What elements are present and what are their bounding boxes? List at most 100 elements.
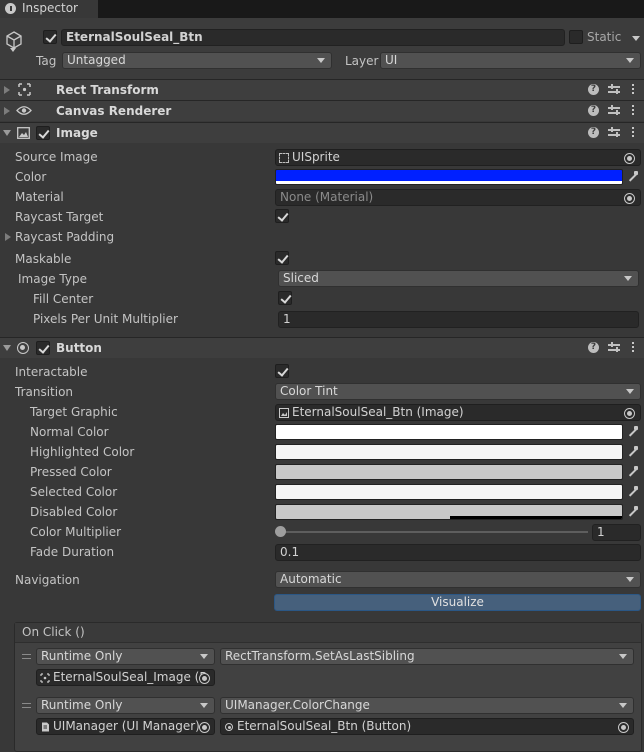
normal-color-field[interactable]: [275, 424, 623, 440]
component-title: Image: [56, 126, 98, 140]
presets-icon[interactable]: [608, 84, 620, 95]
raycast-target-checkbox[interactable]: [275, 209, 289, 223]
on-click-event-panel: On Click () Runtime Only RectTransform.S…: [14, 622, 642, 752]
chevron-down-icon: [200, 703, 208, 708]
argument-field[interactable]: EternalSoulSeal_Btn (Button): [220, 718, 634, 735]
drag-handle-icon[interactable]: [22, 654, 31, 659]
color-multiplier-slider-handle[interactable]: [275, 526, 286, 537]
ppu-field[interactable]: 1: [278, 311, 639, 328]
runtime-dropdown[interactable]: Runtime Only: [36, 697, 215, 714]
target-object-field[interactable]: UIManager (UI Manager): [36, 718, 215, 735]
image-icon: [17, 127, 30, 139]
more-menu-icon[interactable]: [632, 84, 635, 95]
chevron-down-icon: [626, 58, 634, 63]
more-menu-icon[interactable]: [632, 127, 635, 138]
color-multiplier-slider-track[interactable]: [280, 531, 588, 533]
cube-dropdown-arrow[interactable]: [10, 48, 16, 52]
help-icon[interactable]: ?: [588, 84, 599, 95]
function-dropdown[interactable]: UIManager.ColorChange: [220, 697, 634, 714]
interactable-label: Interactable: [15, 365, 88, 379]
eyedropper-icon[interactable]: [625, 484, 641, 500]
pressed-color-field[interactable]: [275, 464, 623, 480]
function-dropdown[interactable]: RectTransform.SetAsLastSibling: [220, 648, 634, 665]
image-type-dropdown[interactable]: Sliced: [278, 270, 639, 287]
layer-dropdown[interactable]: UI: [380, 52, 641, 69]
eyedropper-icon[interactable]: [625, 464, 641, 480]
object-name-field[interactable]: EternalSoulSeal_Btn: [61, 29, 565, 46]
component-header-canvas-renderer[interactable]: Canvas Renderer ?: [0, 100, 644, 121]
transition-dropdown[interactable]: Color Tint: [275, 383, 641, 400]
component-header-image[interactable]: Image ?: [0, 122, 644, 143]
static-checkbox[interactable]: [569, 30, 583, 44]
tag-dropdown[interactable]: Untagged: [62, 52, 332, 69]
fold-arrow-icon[interactable]: [3, 130, 11, 136]
window-tab-bar: Inspector: [0, 0, 644, 18]
image-type-value: Sliced: [283, 271, 319, 285]
fold-arrow-icon[interactable]: [3, 345, 11, 351]
static-dropdown-arrow[interactable]: [632, 36, 640, 41]
tab-inspector[interactable]: Inspector: [0, 0, 98, 18]
static-label: Static: [587, 30, 622, 44]
object-picker-icon[interactable]: [199, 722, 210, 733]
presets-icon[interactable]: [608, 127, 620, 138]
eyedropper-icon[interactable]: [625, 504, 641, 520]
visualize-button[interactable]: Visualize: [274, 594, 641, 611]
button-icon: [225, 723, 233, 731]
target-object-value: UIManager (UI Manager): [53, 719, 200, 733]
button-enabled-toggle[interactable]: [36, 341, 50, 355]
on-click-entry[interactable]: Runtime Only UIManager.ColorChange UIMan…: [15, 695, 641, 742]
tab-inspector-label: Inspector: [22, 1, 78, 15]
target-graphic-value: EternalSoulSeal_Btn (Image): [292, 405, 464, 419]
alpha-bar: [450, 516, 622, 519]
help-icon[interactable]: ?: [588, 127, 599, 138]
transition-value: Color Tint: [280, 384, 338, 398]
layer-label: Layer: [345, 54, 379, 68]
help-icon[interactable]: ?: [588, 342, 599, 353]
material-field[interactable]: None (Material): [275, 189, 641, 206]
layer-value: UI: [385, 53, 398, 67]
fold-arrow-icon[interactable]: [5, 233, 11, 241]
selected-color-field[interactable]: [275, 484, 623, 500]
raycast-padding-label[interactable]: Raycast Padding: [15, 230, 114, 245]
help-icon[interactable]: ?: [588, 105, 599, 116]
eyedropper-icon[interactable]: [625, 169, 641, 185]
source-image-field[interactable]: UISprite: [275, 149, 641, 166]
image-enabled-toggle[interactable]: [36, 126, 50, 140]
object-active-toggle[interactable]: [43, 30, 57, 44]
disabled-color-label: Disabled Color: [30, 505, 118, 519]
runtime-dropdown[interactable]: Runtime Only: [36, 648, 215, 665]
object-picker-icon[interactable]: [624, 408, 635, 419]
fill-center-checkbox[interactable]: [278, 291, 292, 305]
navigation-dropdown[interactable]: Automatic: [275, 571, 641, 588]
chevron-down-icon: [619, 703, 627, 708]
selected-color-label: Selected Color: [30, 485, 118, 499]
eyedropper-icon[interactable]: [625, 444, 641, 460]
more-menu-icon[interactable]: [632, 105, 635, 116]
pressed-color-label: Pressed Color: [30, 465, 112, 479]
disabled-color-field[interactable]: [275, 504, 623, 520]
object-picker-icon[interactable]: [199, 673, 210, 684]
normal-color-label: Normal Color: [30, 425, 109, 439]
maskable-checkbox[interactable]: [275, 251, 289, 265]
maskable-label: Maskable: [15, 252, 72, 266]
image-color-field[interactable]: [275, 169, 623, 185]
on-click-entry[interactable]: Runtime Only RectTransform.SetAsLastSibl…: [15, 646, 641, 693]
target-graphic-field[interactable]: EternalSoulSeal_Btn (Image): [275, 404, 641, 421]
component-header-rect-transform[interactable]: Rect Transform ?: [0, 79, 644, 100]
eyedropper-icon[interactable]: [625, 424, 641, 440]
presets-icon[interactable]: [608, 105, 620, 116]
target-object-field[interactable]: EternalSoulSeal_Image (R: [36, 669, 215, 686]
object-picker-icon[interactable]: [624, 153, 635, 164]
color-multiplier-field[interactable]: 1: [592, 524, 641, 541]
presets-icon[interactable]: [608, 342, 620, 353]
interactable-checkbox[interactable]: [275, 364, 289, 378]
fold-arrow-icon[interactable]: [4, 86, 10, 94]
highlighted-color-field[interactable]: [275, 444, 623, 460]
more-menu-icon[interactable]: [632, 342, 635, 353]
drag-handle-icon[interactable]: [22, 703, 31, 708]
fold-arrow-icon[interactable]: [4, 107, 10, 115]
fade-duration-field[interactable]: 0.1: [275, 544, 641, 561]
object-picker-icon[interactable]: [618, 722, 629, 733]
object-picker-icon[interactable]: [624, 193, 635, 204]
component-header-button[interactable]: Button ?: [0, 337, 644, 358]
